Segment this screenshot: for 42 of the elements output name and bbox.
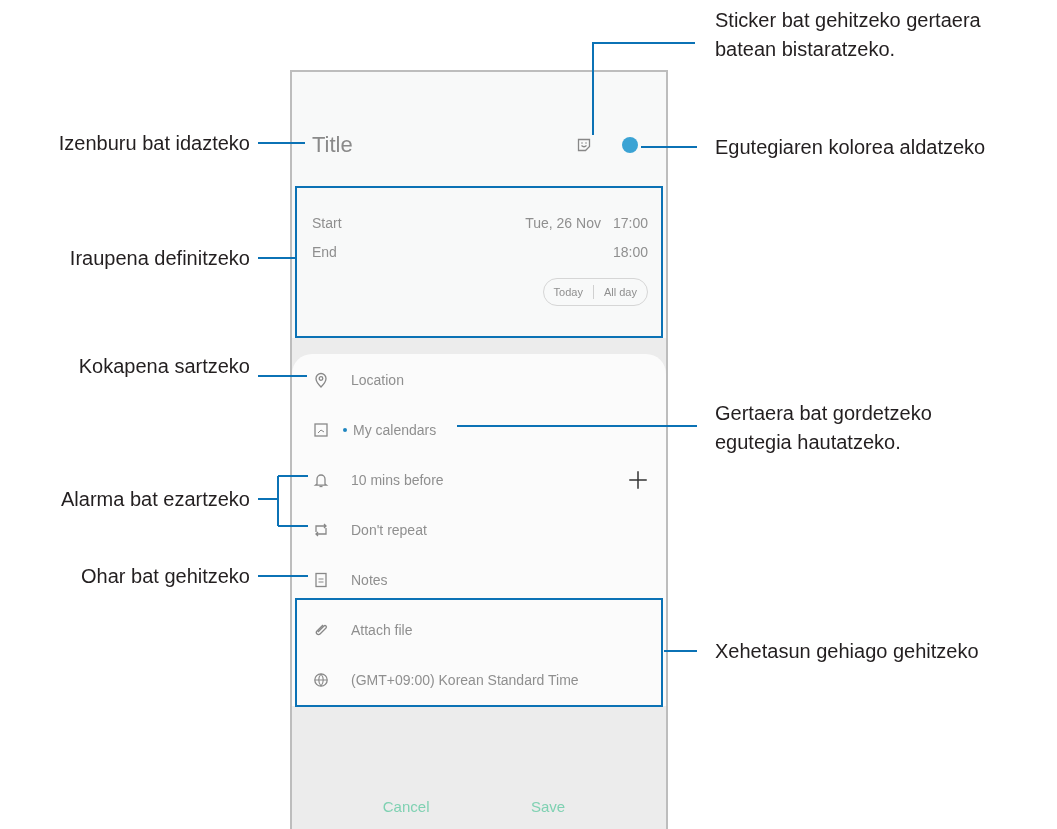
- row-text[interactable]: (GMT+09:00) Korean Standard Time: [351, 672, 579, 688]
- row-text[interactable]: Attach file: [351, 622, 413, 638]
- color-dot[interactable]: [622, 137, 638, 153]
- calendar-icon: [313, 422, 329, 438]
- callout-label: Izenburu bat idazteko: [58, 130, 250, 156]
- toggle-option[interactable]: All day: [603, 286, 637, 298]
- note-icon: [313, 572, 329, 588]
- callout-label: Alarma bat ezartzeko: [61, 486, 250, 512]
- toggle-option[interactable]: Today: [553, 286, 583, 298]
- leader-line: [257, 257, 296, 259]
- globe-icon: [313, 672, 329, 688]
- end-time[interactable]: 18:00: [612, 243, 648, 260]
- end-label: End: [312, 243, 337, 260]
- callout-label: Egutegiaren kolorea aldatzeko: [715, 134, 987, 160]
- row-text[interactable]: Notes: [351, 572, 388, 588]
- callout-label: Iraupena definitzeko: [69, 245, 250, 271]
- row-text[interactable]: My calendars: [353, 422, 437, 438]
- leader-line: [257, 142, 306, 144]
- calendar-dot: [343, 428, 347, 432]
- callout-label: Xehetasun gehiago gehitzeko: [715, 638, 980, 664]
- leader-line: [663, 650, 698, 652]
- callout-label: Sticker bat gehitzeko gertaera batean bistaratzeko.: [715, 8, 982, 62]
- title-field[interactable]: Title: [312, 132, 353, 158]
- paperclip-icon: [313, 622, 329, 638]
- callout-label: Ohar bat gehitzeko: [81, 563, 250, 589]
- row-text[interactable]: Location: [351, 372, 404, 388]
- start-date[interactable]: Tue, 26 Nov: [525, 214, 601, 231]
- repeat-icon: [313, 522, 329, 538]
- location-pin-icon: [313, 372, 329, 388]
- start-label: Start: [312, 214, 342, 231]
- sticker-icon[interactable]: [576, 137, 592, 153]
- start-time[interactable]: 17:00: [612, 214, 648, 231]
- callout-label: Gertaera bat gordetzeko egutegia hautatzeko.: [715, 401, 933, 455]
- leader-line: [257, 475, 309, 527]
- callout-label: Kokapena sartzeko: [78, 353, 250, 379]
- bell-icon: [313, 472, 329, 488]
- leader-line: [640, 146, 698, 148]
- leader-line: [257, 575, 309, 577]
- plus-icon: [628, 470, 648, 490]
- leader-line: [257, 375, 308, 377]
- row-text[interactable]: Don't repeat: [351, 522, 427, 538]
- row-text[interactable]: 10 mins before: [351, 472, 444, 488]
